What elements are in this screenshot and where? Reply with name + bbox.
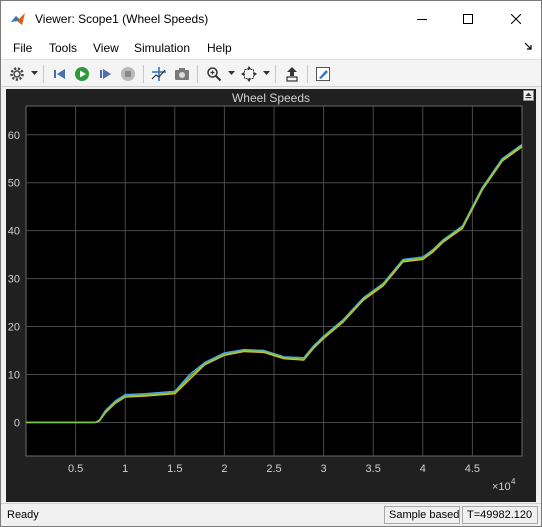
fit-axes-icon — [241, 66, 257, 82]
close-button[interactable] — [493, 1, 539, 37]
x-tick-label: 1 — [122, 463, 128, 475]
step-back-button[interactable] — [50, 64, 70, 84]
cursor-measurements-button[interactable] — [149, 64, 169, 84]
zoom-in-icon — [207, 67, 222, 82]
toolbar-separator — [143, 65, 144, 83]
toolbar-separator — [197, 65, 198, 83]
x-exponent-label: ×10 — [492, 481, 511, 493]
scope-display: Wheel Speeds 0.5 1 1.5 2 2.5 3 3.5 4 4.5 0 10 20 30 4… — [6, 89, 536, 502]
snapshot-icon — [175, 68, 189, 80]
chevron-down-icon[interactable] — [228, 71, 235, 76]
x-tick-label: 2.5 — [266, 463, 281, 475]
sample-mode-indicator: Sample based — [384, 506, 460, 524]
y-tick-label: 40 — [8, 226, 20, 238]
toolbar-separator — [307, 65, 308, 83]
matlab-app-icon — [11, 13, 25, 25]
scope-window: Viewer: Scope1 (Wheel Speeds) File Tools… — [0, 0, 542, 527]
zoom-in-button[interactable] — [204, 64, 224, 84]
maximize-icon — [463, 14, 473, 24]
menu-tools[interactable]: Tools — [49, 41, 77, 55]
x-tick-label: 4.5 — [465, 463, 480, 475]
minimize-button[interactable] — [399, 1, 445, 37]
x-exponent-power: 4 — [511, 477, 516, 486]
run-icon — [75, 67, 89, 81]
style-button[interactable] — [313, 64, 333, 84]
toolbar — [1, 59, 541, 87]
menu-simulation[interactable]: Simulation — [134, 41, 190, 55]
step-forward-button[interactable] — [95, 64, 115, 84]
simulation-time-indicator: T=49982.120 — [462, 506, 538, 524]
x-tick-label: 3.5 — [366, 463, 381, 475]
stop-button[interactable] — [118, 64, 138, 84]
highlight-block-icon — [286, 67, 298, 82]
cursor-measure-icon — [151, 67, 166, 81]
close-icon — [511, 14, 521, 24]
menu-bar: File Tools View Simulation Help — [1, 37, 541, 59]
y-tick-label: 50 — [8, 178, 20, 190]
x-tick-label: 4 — [420, 463, 426, 475]
print-to-figure-button[interactable] — [172, 64, 192, 84]
edit-style-icon — [316, 67, 330, 81]
step-forward-icon — [100, 69, 111, 79]
title-bar[interactable]: Viewer: Scope1 (Wheel Speeds) — [1, 1, 541, 37]
chevron-down-icon[interactable] — [31, 71, 38, 76]
dock-arrow-icon[interactable] — [523, 41, 533, 51]
x-tick-label: 1.5 — [167, 463, 182, 475]
y-tick-label: 0 — [14, 417, 20, 429]
status-ready-text: Ready — [7, 509, 39, 521]
y-tick-label: 30 — [8, 274, 20, 286]
minimize-icon — [417, 19, 427, 20]
y-tick-label: 60 — [8, 130, 20, 142]
stop-icon — [121, 67, 135, 81]
x-tick-label: 2 — [221, 463, 227, 475]
toolbar-separator — [43, 65, 44, 83]
step-back-icon — [54, 69, 65, 79]
y-tick-label: 20 — [8, 322, 20, 334]
window-title: Viewer: Scope1 (Wheel Speeds) — [35, 12, 209, 26]
chevron-down-icon[interactable] — [263, 71, 270, 76]
toolbar-separator — [275, 65, 276, 83]
menu-file[interactable]: File — [13, 41, 32, 55]
x-tick-label: 0.5 — [68, 463, 83, 475]
x-tick-label: 3 — [321, 463, 327, 475]
configuration-button[interactable] — [7, 64, 27, 84]
status-bar: Ready Sample based T=49982.120 — [1, 503, 541, 526]
run-button[interactable] — [72, 64, 92, 84]
maximize-button[interactable] — [445, 1, 491, 37]
wheel-speeds-plot[interactable]: 0.5 1 1.5 2 2.5 3 3.5 4 4.50102030405060×10 4 — [6, 89, 536, 502]
highlight-block-button[interactable] — [282, 64, 302, 84]
gear-icon — [10, 67, 24, 81]
menu-view[interactable]: View — [93, 41, 119, 55]
menu-help[interactable]: Help — [207, 41, 232, 55]
y-tick-label: 10 — [8, 369, 20, 381]
scale-axes-button[interactable] — [239, 64, 259, 84]
